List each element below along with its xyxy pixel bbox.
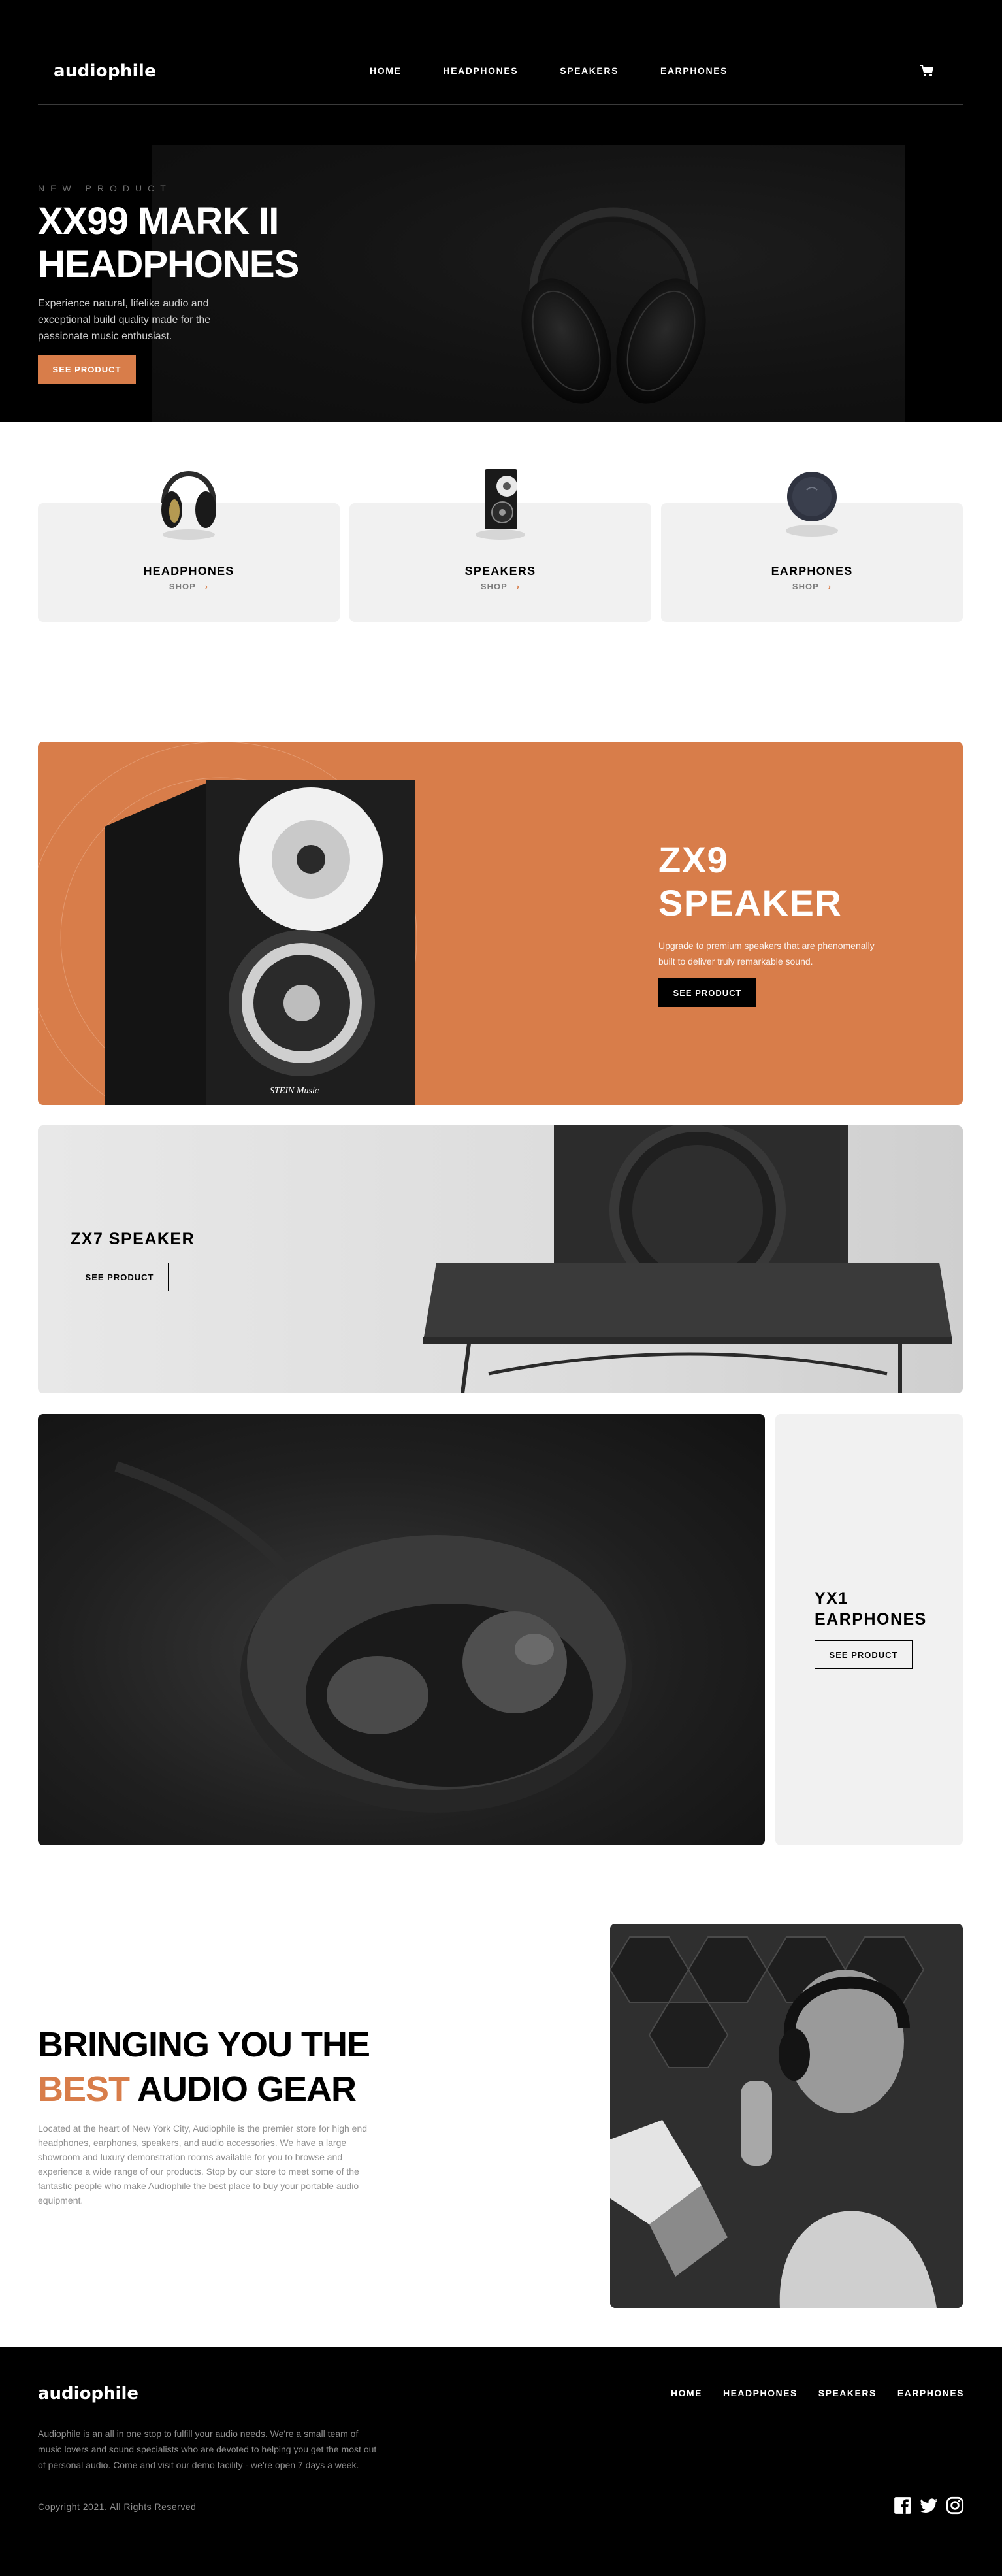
facebook-icon[interactable] (894, 2496, 912, 2515)
about-title-rest: AUDIO GEAR (137, 2070, 357, 2109)
about-title-line2: BEST AUDIO GEAR (38, 2067, 430, 2111)
category-shop-link[interactable]: SHOP › (661, 582, 963, 591)
category-card-headphones[interactable]: HEADPHONES SHOP › (38, 471, 340, 622)
category-card-earphones[interactable]: EARPHONES SHOP › (661, 472, 963, 622)
category-shop-link[interactable]: SHOP › (38, 582, 340, 591)
nav-home[interactable]: HOME (370, 65, 401, 76)
footer-logo[interactable]: audiophile (38, 2384, 138, 2403)
zx7-promo: ZX7 SPEAKER SEE PRODUCT (38, 1125, 963, 1393)
zx9-title-line1: ZX9 (658, 839, 729, 880)
zx7-speaker-image (423, 1125, 952, 1393)
chevron-right-icon: › (204, 582, 209, 591)
about-description: Located at the heart of New York City, A… (38, 2123, 368, 2205)
footer: audiophile HOME HEADPHONES SPEAKERS EARP… (0, 2347, 1002, 2576)
hero-description: Experience natural, lifelike audio and e… (38, 298, 211, 342)
yx1-promo-card: YX1 EARPHONES SEE PRODUCT (775, 1414, 963, 1845)
footer-description: Audiophile is an all in one stop to fulf… (38, 2428, 377, 2470)
about-title: BRINGING YOU THE BEST AUDIO GEAR (38, 2023, 430, 2111)
category-shop-link[interactable]: SHOP › (349, 582, 651, 591)
earphones-thumbnail (786, 472, 838, 537)
footer-nav-home[interactable]: HOME (671, 2388, 702, 2398)
zx9-title: ZX9 SPEAKER (658, 838, 842, 925)
zx7-see-product-button[interactable]: SEE PRODUCT (71, 1263, 169, 1291)
zx9-promo: STEIN Music ZX9 SPEAKER Upgrade to premi… (38, 742, 963, 1105)
instagram-icon[interactable] (946, 2496, 964, 2515)
hero-title-line2: HEADPHONES (38, 243, 299, 286)
category-title: SPEAKERS (464, 565, 536, 578)
hero-title-line1: XX99 MARK II (38, 200, 279, 242)
about-person-image (610, 1924, 963, 2308)
nav-links: HOME HEADPHONES SPEAKERS EARPHONES (370, 65, 769, 76)
speaker-thumbnail (476, 469, 525, 540)
zx7-title: ZX7 SPEAKER (71, 1230, 195, 1248)
about-title-line1: BRINGING YOU THE (38, 2025, 370, 2064)
cart-icon[interactable] (920, 64, 934, 77)
hero-title: XX99 MARK II HEADPHONES (38, 200, 338, 286)
nav-speakers[interactable]: SPEAKERS (560, 65, 619, 76)
about-title-accent: BEST (38, 2070, 130, 2109)
zx9-title-line2: SPEAKER (658, 882, 843, 923)
shop-label: SHOP (169, 582, 196, 591)
category-card-speakers[interactable]: SPEAKERS SHOP › (349, 469, 651, 622)
headphones-thumbnail (161, 471, 216, 540)
zx9-speaker-image: STEIN Music (38, 742, 417, 1105)
chevron-right-icon: › (828, 582, 832, 591)
footer-nav-headphones[interactable]: HEADPHONES (723, 2388, 798, 2398)
footer-nav-speakers[interactable]: SPEAKERS (818, 2388, 877, 2398)
speaker-brand-mark: STEIN Music (270, 1086, 319, 1096)
category-title: EARPHONES (771, 565, 853, 578)
yx1-title: YX1 EARPHONES (815, 1589, 927, 1628)
top-nav: audiophile HOME HEADPHONES SPEAKERS EARP… (38, 0, 963, 105)
hero-see-product-button[interactable]: SEE PRODUCT (38, 355, 136, 384)
shop-label: SHOP (792, 582, 819, 591)
shop-label: SHOP (480, 582, 508, 591)
hero-section: audiophile HOME HEADPHONES SPEAKERS EARP… (0, 0, 1002, 422)
footer-nav-earphones[interactable]: EARPHONES (897, 2388, 964, 2398)
chevron-right-icon: › (516, 582, 521, 591)
zx9-see-product-button[interactable]: SEE PRODUCT (658, 978, 756, 1007)
twitter-icon[interactable] (920, 2496, 938, 2515)
brand-logo[interactable]: audiophile (54, 61, 156, 81)
zx9-description: Upgrade to premium speakers that are phe… (658, 940, 875, 966)
footer-nav: HOME HEADPHONES SPEAKERS EARPHONES (650, 2388, 964, 2398)
nav-headphones[interactable]: HEADPHONES (443, 65, 518, 76)
footer-copyright: Copyright 2021. All Rights Reserved (38, 2502, 197, 2512)
nav-earphones[interactable]: EARPHONES (660, 65, 728, 76)
hero-eyebrow: NEW PRODUCT (38, 183, 172, 193)
category-title: HEADPHONES (143, 565, 234, 578)
yx1-see-product-button[interactable]: SEE PRODUCT (815, 1640, 913, 1669)
yx1-earphones-image (38, 1414, 765, 1845)
